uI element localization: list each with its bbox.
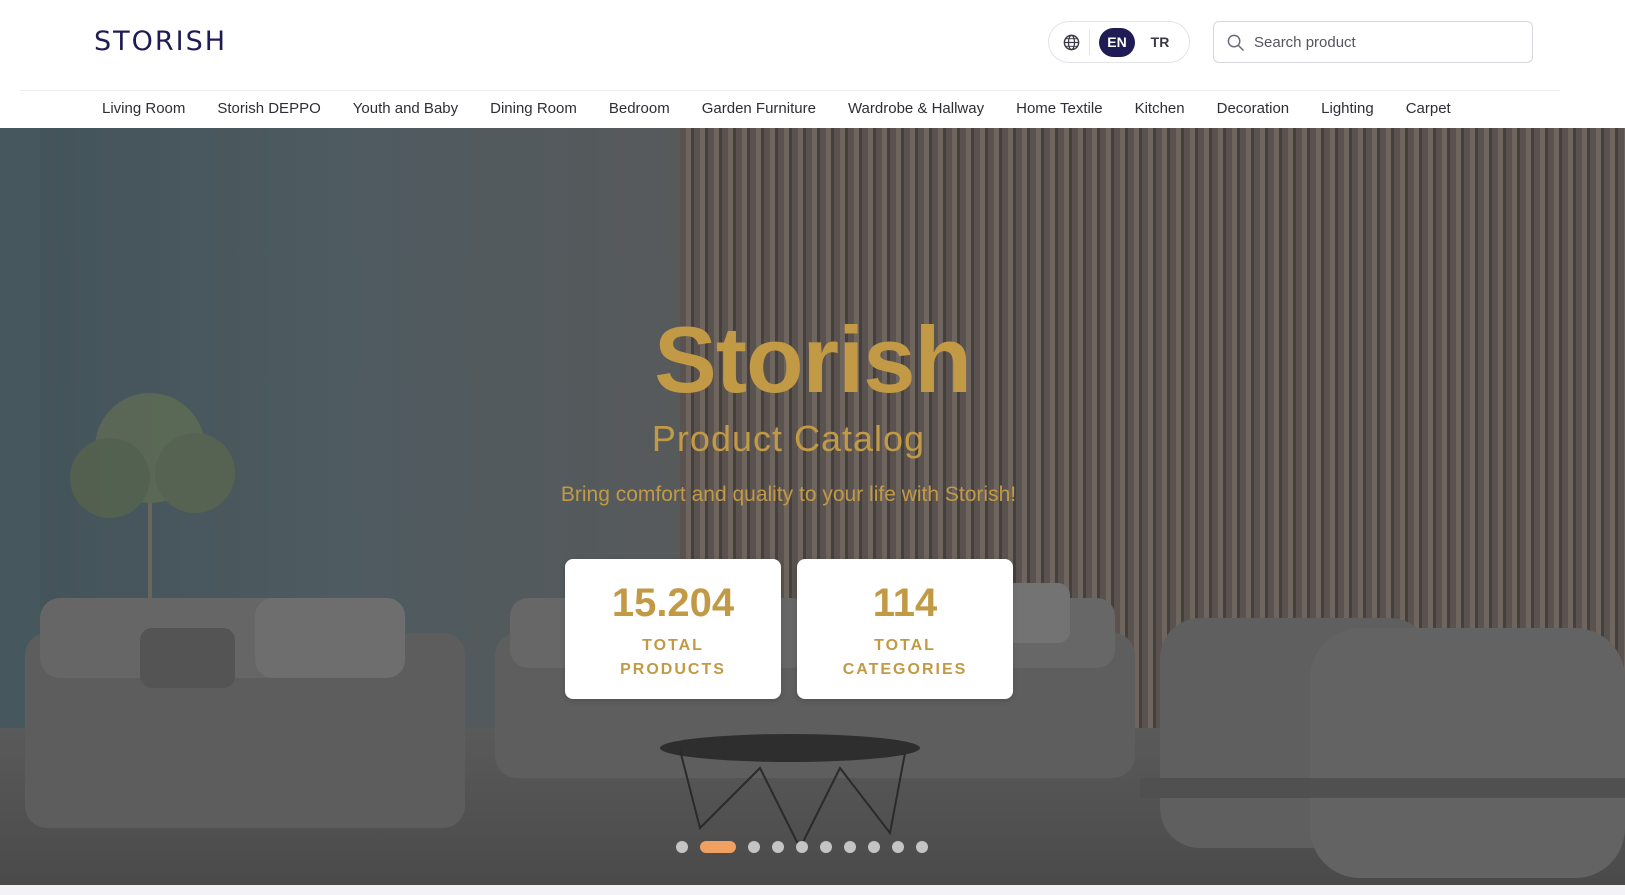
hero-banner: Storish Product Catalog Bring comfort an…	[0, 128, 1625, 885]
nav-item-storish-deppo[interactable]: Storish DEPPO	[217, 100, 320, 117]
nav-item-youth-and-baby[interactable]: Youth and Baby	[353, 100, 458, 117]
carousel-dot[interactable]	[820, 841, 832, 853]
carousel-dot[interactable]	[772, 841, 784, 853]
carousel-dot[interactable]	[676, 841, 688, 853]
nav-item-carpet[interactable]: Carpet	[1406, 100, 1451, 117]
globe-icon[interactable]	[1062, 33, 1081, 52]
stat-card-products: 15.204 TOTAL PRODUCTS	[565, 559, 781, 699]
stat-label: TOTAL PRODUCTS	[620, 637, 726, 678]
carousel-dot[interactable]	[892, 841, 904, 853]
nav-item-living-room[interactable]: Living Room	[102, 100, 185, 117]
hero-tagline: Bring comfort and quality to your life w…	[560, 483, 1017, 506]
nav-item-home-textile[interactable]: Home Textile	[1016, 100, 1102, 117]
lang-option-en[interactable]: EN	[1099, 28, 1135, 57]
nav-item-garden-furniture[interactable]: Garden Furniture	[702, 100, 816, 117]
nav-item-bedroom[interactable]: Bedroom	[609, 100, 670, 117]
search-input[interactable]	[1254, 30, 1519, 54]
stat-label: TOTAL CATEGORIES	[842, 637, 968, 678]
category-nav: Living Room Storish DEPPO Youth and Baby Di…	[0, 91, 1625, 128]
carousel-dot[interactable]	[796, 841, 808, 853]
search-icon	[1227, 34, 1244, 51]
logo[interactable]: STORISH	[94, 26, 227, 57]
stat-card-categories: 114 TOTAL CATEGORIES	[797, 559, 1013, 699]
nav-item-decoration[interactable]: Decoration	[1217, 100, 1290, 117]
carousel-dot[interactable]	[916, 841, 928, 853]
search-box	[1213, 21, 1533, 63]
hero-subtitle: Product Catalog	[651, 418, 926, 459]
nav-item-kitchen[interactable]: Kitchen	[1135, 100, 1185, 117]
carousel-dot[interactable]	[700, 841, 736, 853]
divider	[1089, 30, 1090, 55]
nav-item-lighting[interactable]: Lighting	[1321, 100, 1374, 117]
page-bottom	[0, 885, 1625, 895]
site-header: STORISH EN TR	[0, 0, 1625, 91]
carousel-dot[interactable]	[868, 841, 880, 853]
hero-title: Storish	[654, 307, 972, 412]
nav-item-dining-room[interactable]: Dining Room	[490, 100, 577, 117]
language-switcher: EN TR	[1048, 21, 1190, 63]
nav-item-wardrobe-hallway[interactable]: Wardrobe & Hallway	[848, 100, 984, 117]
carousel-dot[interactable]	[748, 841, 760, 853]
carousel-pagination	[676, 840, 940, 854]
stat-value: 15.204	[611, 581, 735, 625]
stat-value: 114	[872, 581, 938, 625]
carousel-dot[interactable]	[844, 841, 856, 853]
lang-option-tr[interactable]: TR	[1142, 28, 1178, 57]
